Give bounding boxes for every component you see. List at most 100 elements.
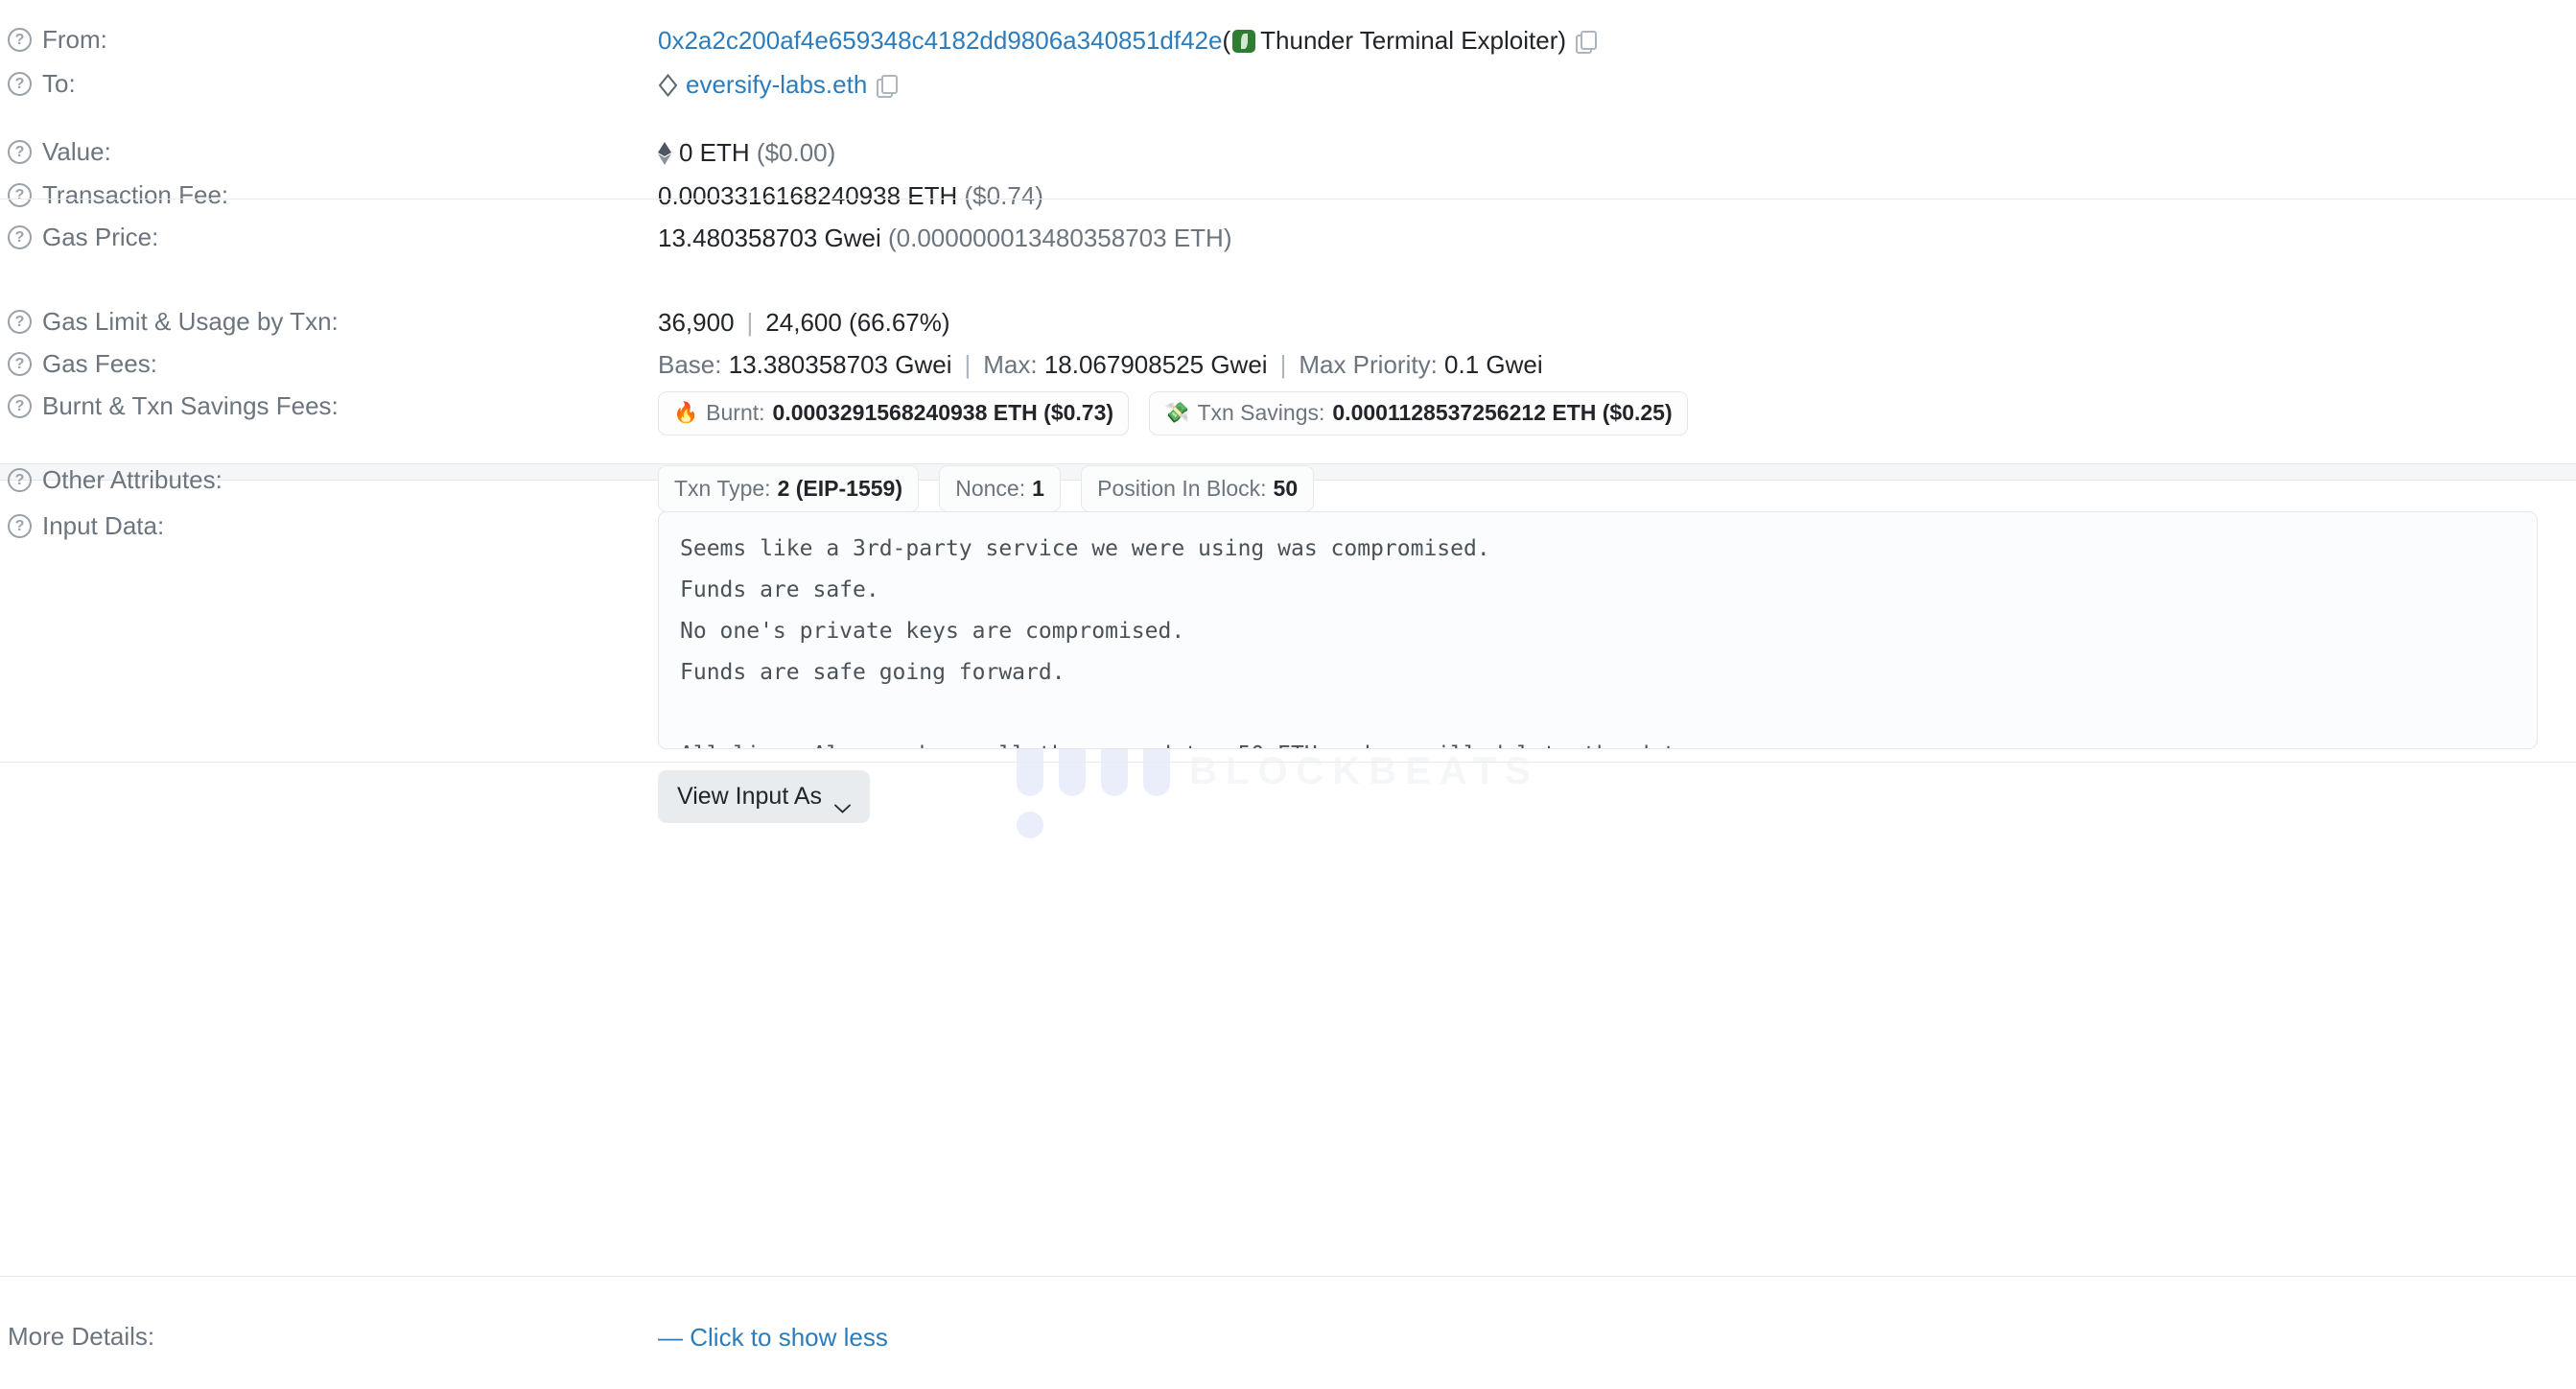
gas-price-eth: (0.000000013480358703 ETH) xyxy=(887,224,1232,252)
burnt-value: 0.0003291568240938 ETH ($0.73) xyxy=(772,400,1114,425)
from-tag-label: Thunder Terminal Exploiter xyxy=(1260,26,1558,55)
help-icon[interactable]: ? xyxy=(8,310,32,335)
burnt-savings-label-cell: ? Burnt & Txn Savings Fees: xyxy=(0,391,658,421)
copy-icon[interactable] xyxy=(1576,31,1598,54)
to-label-cell: ? To: xyxy=(0,69,658,99)
help-icon[interactable]: ? xyxy=(8,140,32,165)
more-details-label-cell: More Details: xyxy=(0,1322,658,1352)
value-amount: 0 ETH xyxy=(679,138,750,167)
resize-handle-icon[interactable] xyxy=(2517,729,2532,744)
other-attributes-value-cell: Txn Type: 2 (EIP-1559) Nonce: 1 Position… xyxy=(658,465,2576,512)
input-data-value-cell: Seems like a 3rd-party service we were u… xyxy=(658,511,2576,823)
row-input-data: ? Input Data: Seems like a 3rd-party ser… xyxy=(0,511,2576,823)
transaction-fee-label-cell: ? Transaction Fee: xyxy=(0,180,658,210)
more-details-value-cell: — Click to show less xyxy=(658,1322,2576,1354)
value-label: Value: xyxy=(42,137,111,166)
gas-limit-value-cell: 36,900 | 24,600 (66.67%) xyxy=(658,307,2576,339)
row-gas-limit: ? Gas Limit & Usage by Txn: 36,900 | 24,60… xyxy=(0,307,2576,339)
help-icon[interactable]: ? xyxy=(8,28,32,53)
gas-price-label: Gas Price: xyxy=(42,223,159,251)
gas-fees-priority-value: 0.1 Gwei xyxy=(1444,350,1543,379)
help-icon[interactable]: ? xyxy=(8,514,32,539)
transaction-fee-label: Transaction Fee: xyxy=(42,180,229,209)
gas-limit-label-cell: ? Gas Limit & Usage by Txn: xyxy=(0,307,658,337)
help-icon[interactable]: ? xyxy=(8,183,32,208)
view-input-as-label: View Input As xyxy=(677,783,823,810)
from-label-cell: ? From: xyxy=(0,25,658,55)
view-input-as-button[interactable]: View Input As xyxy=(658,770,871,823)
txn-savings-badge: 💸 Txn Savings: 0.0001128537256212 ETH ($… xyxy=(1149,391,1688,436)
divider xyxy=(0,762,2576,763)
gas-fees-base-value: 13.380358703 Gwei xyxy=(728,350,952,379)
help-icon[interactable]: ? xyxy=(8,468,32,493)
txn-savings-label: Txn Savings: xyxy=(1197,400,1325,425)
from-address-link[interactable]: 0x2a2c200af4e659348c4182dd9806a340851df4… xyxy=(658,26,1222,55)
copy-icon[interactable] xyxy=(877,75,899,98)
to-ens-link[interactable]: eversify-labs.eth xyxy=(686,70,867,99)
from-open-paren: ( xyxy=(1222,26,1231,55)
row-other-attributes: ? Other Attributes: Txn Type: 2 (EIP-155… xyxy=(0,465,2576,512)
burnt-badge: 🔥 Burnt: 0.0003291568240938 ETH ($0.73) xyxy=(658,391,1130,436)
fire-icon: 🔥 xyxy=(673,401,699,425)
input-data-label: Input Data: xyxy=(42,511,165,540)
to-label: To: xyxy=(42,69,76,98)
transaction-details-panel: 律动 BLOCKBEATS ? From: 0x2a2c200af4e65934… xyxy=(0,0,2576,1389)
row-gas-fees: ? Gas Fees: Base: 13.380358703 Gwei | Max:… xyxy=(0,349,2576,381)
gas-fees-label-cell: ? Gas Fees: xyxy=(0,349,658,379)
gas-fees-value-cell: Base: 13.380358703 Gwei | Max: 18.06790852… xyxy=(658,349,2576,381)
gas-fees-separator-1: | xyxy=(964,350,972,379)
input-data-text: Seems like a 3rd-party service we were u… xyxy=(680,536,1702,748)
attribute-value: 1 xyxy=(1032,476,1044,501)
more-details-label: More Details: xyxy=(8,1322,155,1351)
from-close-paren: ) xyxy=(1557,26,1567,55)
value-usd: ($0.00) xyxy=(756,138,836,167)
help-icon[interactable]: ? xyxy=(8,394,32,419)
row-gas-price: ? Gas Price: 13.480358703 Gwei (0.000000… xyxy=(0,223,2576,254)
row-more-details: More Details: — Click to show less xyxy=(0,1322,2576,1354)
attribute-name: Position In Block: xyxy=(1097,476,1267,501)
toggle-prefix: — xyxy=(658,1323,683,1352)
toggle-text: Click to show less xyxy=(690,1323,888,1352)
attribute-name: Txn Type: xyxy=(674,476,771,501)
value-label-cell: ? Value: xyxy=(0,137,658,167)
help-icon[interactable]: ? xyxy=(8,225,32,250)
ethereum-diamond-icon xyxy=(658,141,671,165)
attribute-badge-position-in-block: Position In Block: 50 xyxy=(1081,465,1315,512)
gas-usage-value: 24,600 (66.67%) xyxy=(765,308,950,337)
gas-limit-separator: | xyxy=(746,308,754,337)
attribute-badge-nonce: Nonce: 1 xyxy=(939,465,1061,512)
row-burnt-savings: ? Burnt & Txn Savings Fees: 🔥 Burnt: 0.0… xyxy=(0,391,2576,436)
burnt-label: Burnt: xyxy=(706,400,765,425)
help-icon[interactable]: ? xyxy=(8,352,32,377)
chevron-down-icon xyxy=(834,792,851,813)
gas-fees-max-label: Max: xyxy=(983,350,1038,379)
gas-limit-label: Gas Limit & Usage by Txn: xyxy=(42,307,339,336)
row-from: ? From: 0x2a2c200af4e659348c4182dd9806a3… xyxy=(0,25,2576,57)
to-value-cell: eversify-labs.eth xyxy=(658,69,2576,101)
attribute-value: 50 xyxy=(1273,476,1299,501)
gas-fees-priority-label: Max Priority: xyxy=(1299,350,1438,379)
attribute-name: Nonce: xyxy=(955,476,1026,501)
from-value-cell: 0x2a2c200af4e659348c4182dd9806a340851df4… xyxy=(658,25,2576,57)
row-transaction-fee: ? Transaction Fee: 0.0003316168240938 ET… xyxy=(0,180,2576,212)
ens-diamond-icon xyxy=(658,73,678,98)
gas-price-label-cell: ? Gas Price: xyxy=(0,223,658,252)
gas-fees-max-value: 18.067908525 Gwei xyxy=(1043,350,1268,379)
row-to: ? To: eversify-labs.eth xyxy=(0,69,2576,101)
input-data-textarea[interactable]: Seems like a 3rd-party service we were u… xyxy=(658,511,2538,749)
attribute-value: 2 (EIP-1559) xyxy=(777,476,902,501)
value-value-cell: 0 ETH ($0.00) xyxy=(658,137,2576,169)
help-icon[interactable]: ? xyxy=(8,72,32,97)
divider xyxy=(0,199,2576,200)
txn-savings-value: 0.0001128537256212 ETH ($0.25) xyxy=(1332,400,1673,425)
transaction-fee-amount: 0.0003316168240938 ETH xyxy=(658,181,958,210)
gas-price-gwei: 13.480358703 Gwei xyxy=(658,224,881,252)
gas-fees-label: Gas Fees: xyxy=(42,349,157,378)
transaction-fee-value-cell: 0.0003316168240938 ETH ($0.74) xyxy=(658,180,2576,212)
gas-fees-base-label: Base: xyxy=(658,350,722,379)
gas-price-value-cell: 13.480358703 Gwei (0.000000013480358703 … xyxy=(658,223,2576,254)
burnt-savings-value-cell: 🔥 Burnt: 0.0003291568240938 ETH ($0.73) … xyxy=(658,391,2576,436)
other-attributes-label-cell: ? Other Attributes: xyxy=(0,465,658,495)
from-label: From: xyxy=(42,25,107,54)
toggle-details-link[interactable]: — Click to show less xyxy=(658,1323,888,1352)
